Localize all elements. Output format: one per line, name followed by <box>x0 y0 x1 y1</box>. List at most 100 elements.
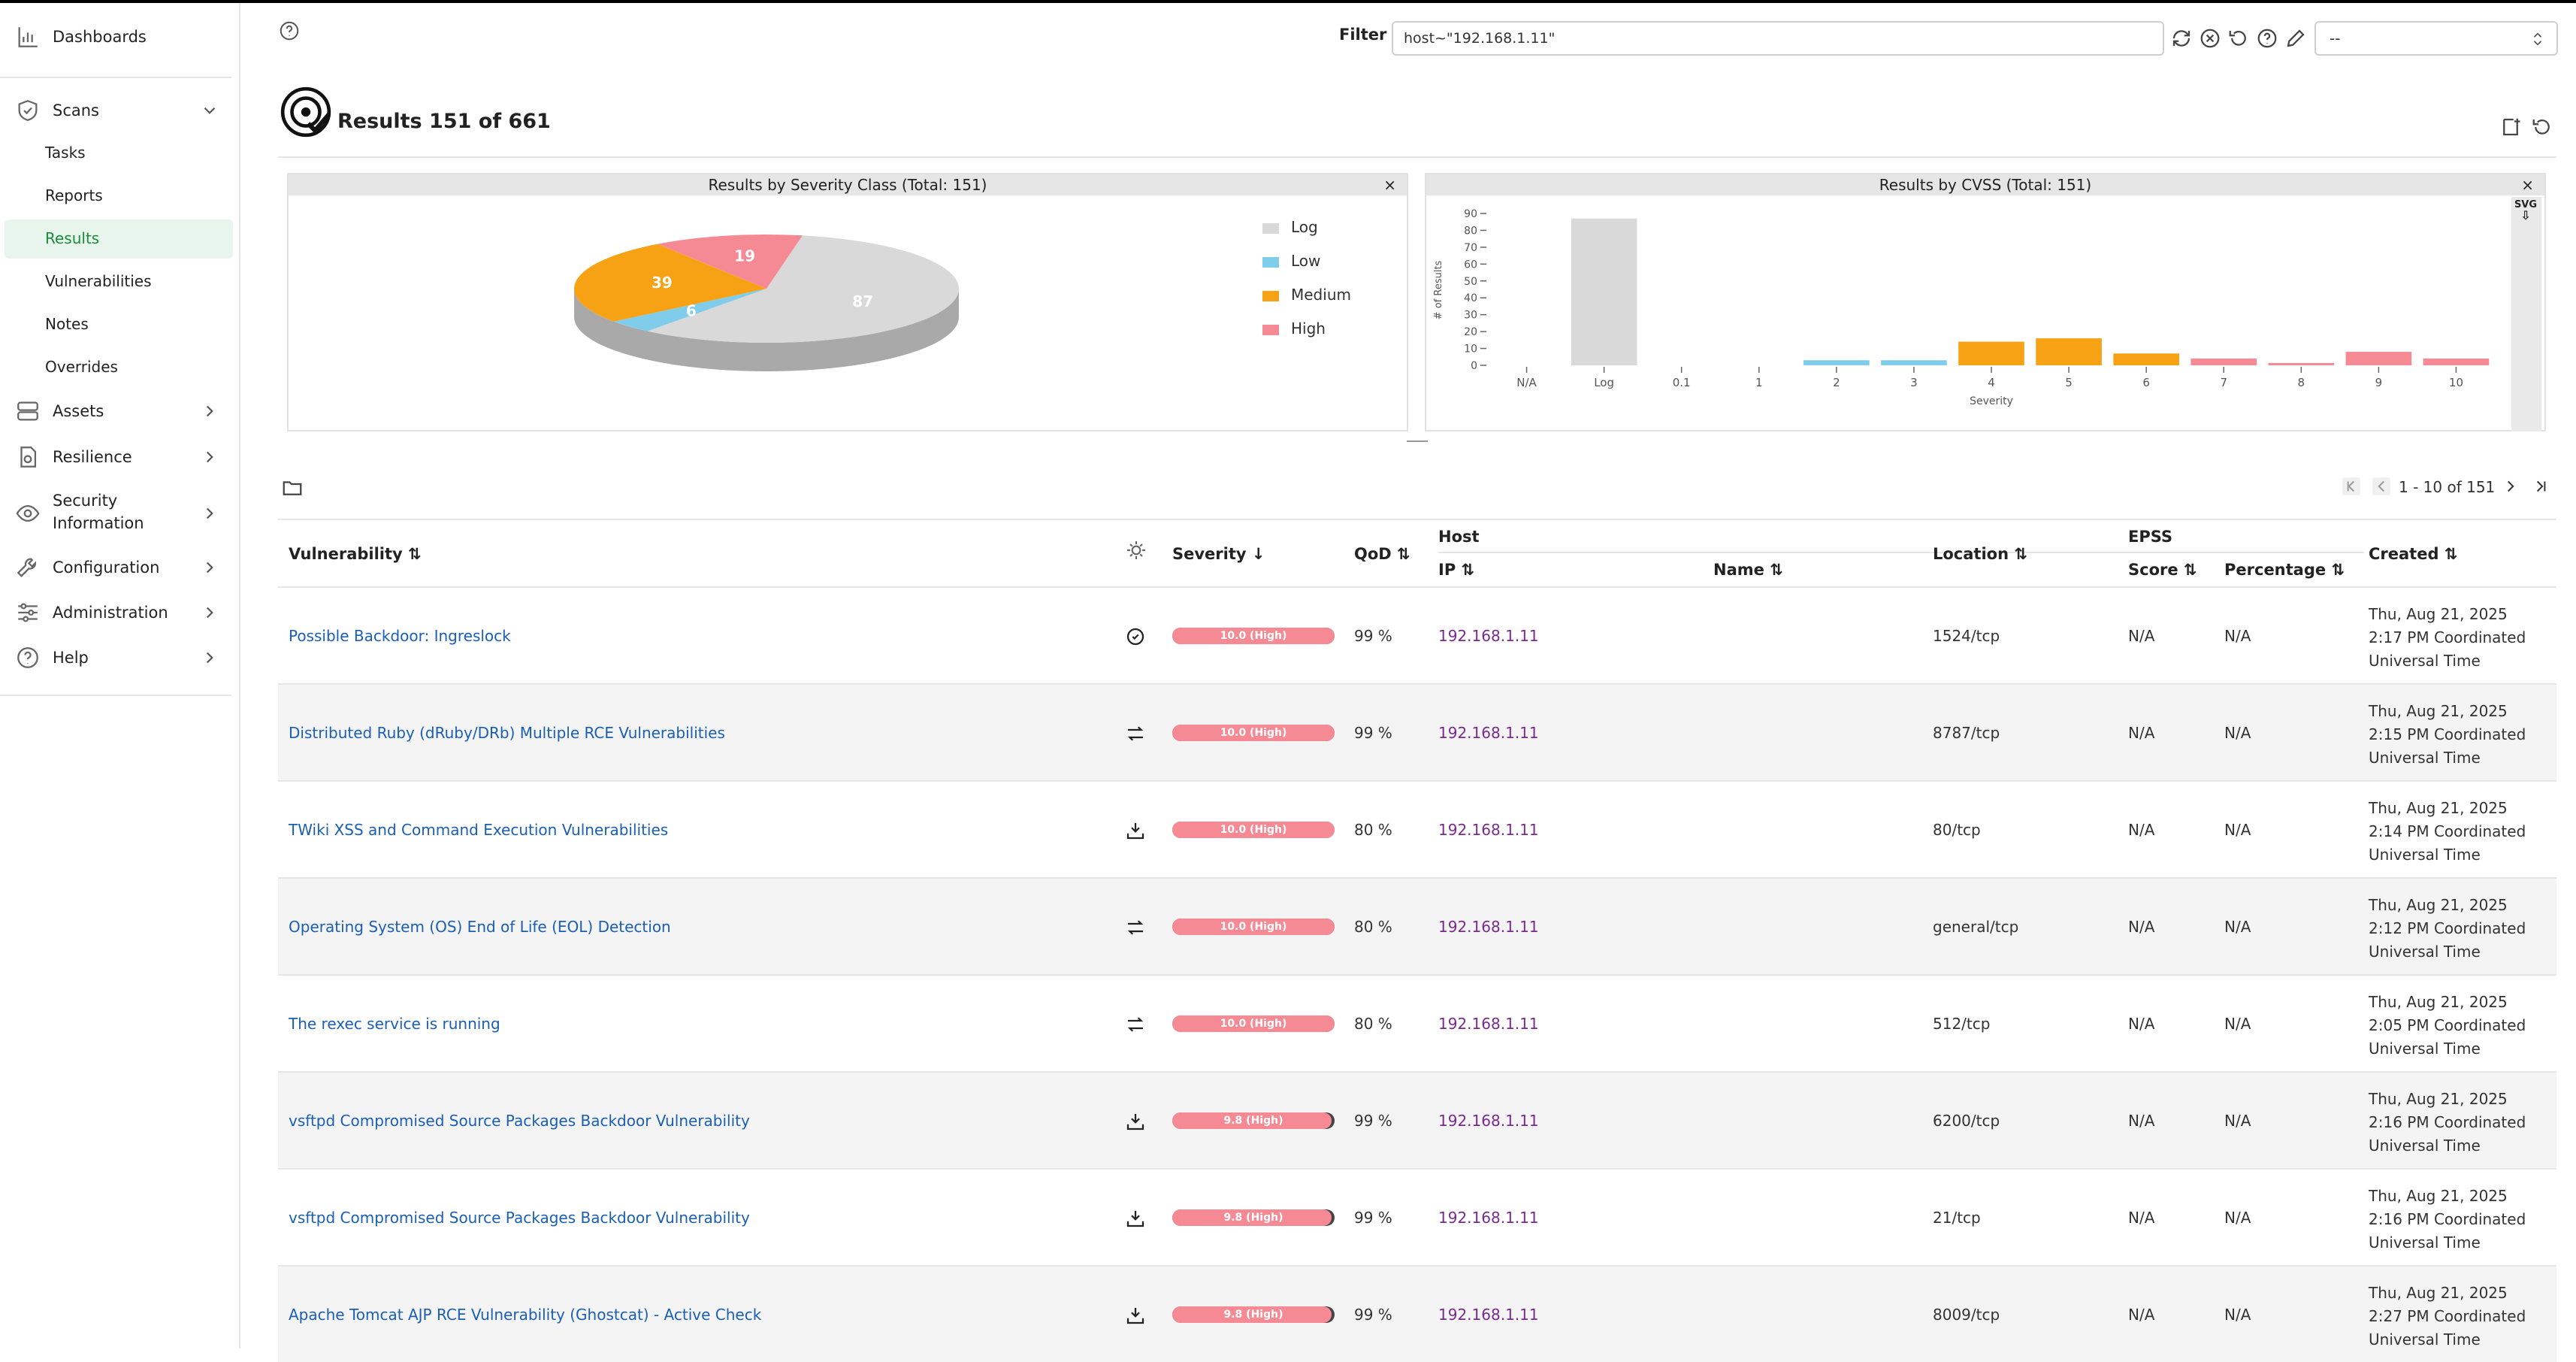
host-ip-link[interactable]: 192.168.1.11 <box>1438 724 1539 742</box>
resize-handle[interactable] <box>1407 440 1428 442</box>
previous-page-icon[interactable] <box>2372 477 2391 496</box>
severity-bar: 9.8 (High) <box>1172 1209 1335 1226</box>
vulnerability-link[interactable]: TWiki XSS and Command Execution Vulnerab… <box>289 821 668 839</box>
legend-swatch-low <box>1262 256 1279 268</box>
nav-assets[interactable]: Assets <box>0 398 240 424</box>
header-name[interactable]: Name ⇅ <box>1713 561 1783 579</box>
table-row[interactable]: Apache Tomcat AJP RCE Vulnerability (Gho… <box>278 1265 2556 1362</box>
severity-bar-label: 10.0 (High) <box>1220 1018 1287 1030</box>
created-time: 2:27 PM Coordinated <box>2369 1307 2526 1325</box>
filter-select[interactable]: -- <box>2314 21 2558 56</box>
nav-results[interactable]: Results <box>5 219 233 259</box>
x-tick-label: 5 <box>2065 376 2073 389</box>
select-arrows-icon <box>2533 32 2542 46</box>
table-row[interactable]: Possible Backdoor: Ingreslock 10.0 (High)… <box>278 586 2556 683</box>
edit-filter-icon[interactable] <box>2284 27 2307 50</box>
table-row[interactable]: The rexec service is running 10.0 (High) 8… <box>278 974 2556 1071</box>
nav-reports[interactable]: Reports <box>0 177 240 216</box>
filter-input[interactable]: host~"192.168.1.11" <box>1392 21 2164 56</box>
header-location[interactable]: Location ⇅ <box>1933 545 2027 563</box>
location-value: 8009/tcp <box>1933 1306 2000 1324</box>
vulnerability-link[interactable]: Operating System (OS) End of Life (EOL) … <box>289 918 671 936</box>
vulnerability-link[interactable]: vsftpd Compromised Source Packages Backd… <box>289 1112 750 1130</box>
created-value: Thu, Aug 21, 2025 2:05 PM Coordinated Univ… <box>2369 991 2556 1061</box>
bar-6[interactable] <box>2113 353 2179 365</box>
nav-configuration[interactable]: Configuration <box>0 555 240 580</box>
nav-scans[interactable]: Scans <box>0 98 240 123</box>
legend-swatch-high <box>1262 324 1279 335</box>
filter-help-icon[interactable] <box>2256 27 2278 50</box>
vulnerability-link[interactable]: vsftpd Compromised Source Packages Backd… <box>289 1209 750 1227</box>
x-tick-label: 6 <box>2142 376 2150 389</box>
header-qod[interactable]: QoD ⇅ <box>1354 545 1410 563</box>
nav-administration-label: Administration <box>53 604 168 622</box>
last-page-icon[interactable] <box>2531 477 2550 496</box>
qod-value: 99 % <box>1354 627 1392 645</box>
host-ip-link[interactable]: 192.168.1.11 <box>1438 918 1539 936</box>
table-row[interactable]: Distributed Ruby (dRuby/DRb) Multiple RC… <box>278 683 2556 780</box>
qod-value: 80 % <box>1354 1015 1392 1033</box>
host-ip-link[interactable]: 192.168.1.11 <box>1438 627 1539 645</box>
table-row[interactable]: TWiki XSS and Command Execution Vulnerab… <box>278 780 2556 877</box>
header-created[interactable]: Created ⇅ <box>2369 545 2457 563</box>
header-ip[interactable]: IP ⇅ <box>1438 561 1474 579</box>
folder-icon[interactable] <box>281 477 304 499</box>
nav-notes[interactable]: Notes <box>0 305 240 344</box>
bar-8[interactable] <box>2268 363 2335 365</box>
bar-3[interactable] <box>1881 360 1947 365</box>
first-page-icon[interactable] <box>2342 477 2361 496</box>
new-note-icon[interactable] <box>2499 116 2522 138</box>
bar-5[interactable] <box>2036 338 2102 365</box>
vulnerability-link[interactable]: The rexec service is running <box>289 1015 500 1033</box>
bar-10[interactable] <box>2423 359 2490 365</box>
host-ip-link[interactable]: 192.168.1.11 <box>1438 1209 1539 1227</box>
host-ip-link[interactable]: 192.168.1.11 <box>1438 821 1539 839</box>
bar-9[interactable] <box>2345 352 2412 365</box>
nav-resilience[interactable]: Resilience <box>0 444 240 470</box>
header-percentage[interactable]: Percentage ⇅ <box>2224 561 2345 579</box>
nav-overrides[interactable]: Overrides <box>0 348 240 387</box>
reload-icon[interactable] <box>2531 116 2553 138</box>
bar-4[interactable] <box>1958 341 2024 365</box>
nav-tasks[interactable]: Tasks <box>0 134 240 173</box>
vulnerability-link[interactable]: Distributed Ruby (dRuby/DRb) Multiple RC… <box>289 724 725 742</box>
host-ip-link[interactable]: 192.168.1.11 <box>1438 1112 1539 1130</box>
host-ip-link[interactable]: 192.168.1.11 <box>1438 1306 1539 1324</box>
epss-score: N/A <box>2128 1306 2155 1324</box>
next-page-icon[interactable] <box>2501 477 2520 496</box>
epss-score: N/A <box>2128 821 2155 839</box>
nav-dashboards[interactable]: Dashboards <box>0 24 240 50</box>
legend-high-label: High <box>1291 319 1326 337</box>
close-chart-button[interactable]: × <box>2521 174 2534 195</box>
header-vulnerability[interactable]: Vulnerability ⇅ <box>289 545 422 563</box>
vulnerability-link[interactable]: Possible Backdoor: Ingreslock <box>289 627 511 645</box>
y-tick-label: 20 <box>1464 326 1477 338</box>
host-ip-link[interactable]: 192.168.1.11 <box>1438 1015 1539 1033</box>
created-timezone: Universal Time <box>2369 1233 2481 1252</box>
download-svg-button[interactable]: SVG ⇩ <box>2513 200 2538 227</box>
header-score[interactable]: Score ⇅ <box>2128 561 2197 579</box>
reset-filter-icon[interactable] <box>2227 27 2250 50</box>
clear-filter-icon[interactable] <box>2199 27 2221 50</box>
header-severity[interactable]: Severity ↓ <box>1172 545 1265 563</box>
refresh-icon[interactable] <box>2170 27 2193 50</box>
close-chart-button[interactable]: × <box>1383 174 1396 195</box>
created-value: Thu, Aug 21, 2025 2:12 PM Coordinated Univ… <box>2369 894 2556 964</box>
table-row[interactable]: Operating System (OS) End of Life (EOL) … <box>278 877 2556 974</box>
bar-Log[interactable] <box>1571 218 1637 365</box>
nav-administration[interactable]: Administration <box>0 600 240 625</box>
legend-low-label: Low <box>1291 252 1321 270</box>
help-icon[interactable] <box>278 20 301 42</box>
bar-2[interactable] <box>1804 360 1870 365</box>
nav-security-information[interactable]: Security Information <box>0 490 240 537</box>
nav-help[interactable]: Help <box>0 645 240 670</box>
nav-tasks-label: Tasks <box>45 144 86 162</box>
bar-7[interactable] <box>2191 359 2257 365</box>
cvss-chart-title: Results by CVSS (Total: 151) <box>1426 174 2544 195</box>
nav-vulnerabilities[interactable]: Vulnerabilities <box>0 262 240 301</box>
vulnerability-link[interactable]: Apache Tomcat AJP RCE Vulnerability (Gho… <box>289 1306 761 1324</box>
table-row[interactable]: vsftpd Compromised Source Packages Backd… <box>278 1071 2556 1168</box>
created-value: Thu, Aug 21, 2025 2:16 PM Coordinated Univ… <box>2369 1185 2556 1255</box>
table-row[interactable]: vsftpd Compromised Source Packages Backd… <box>278 1168 2556 1265</box>
epss-percentage: N/A <box>2224 821 2251 839</box>
